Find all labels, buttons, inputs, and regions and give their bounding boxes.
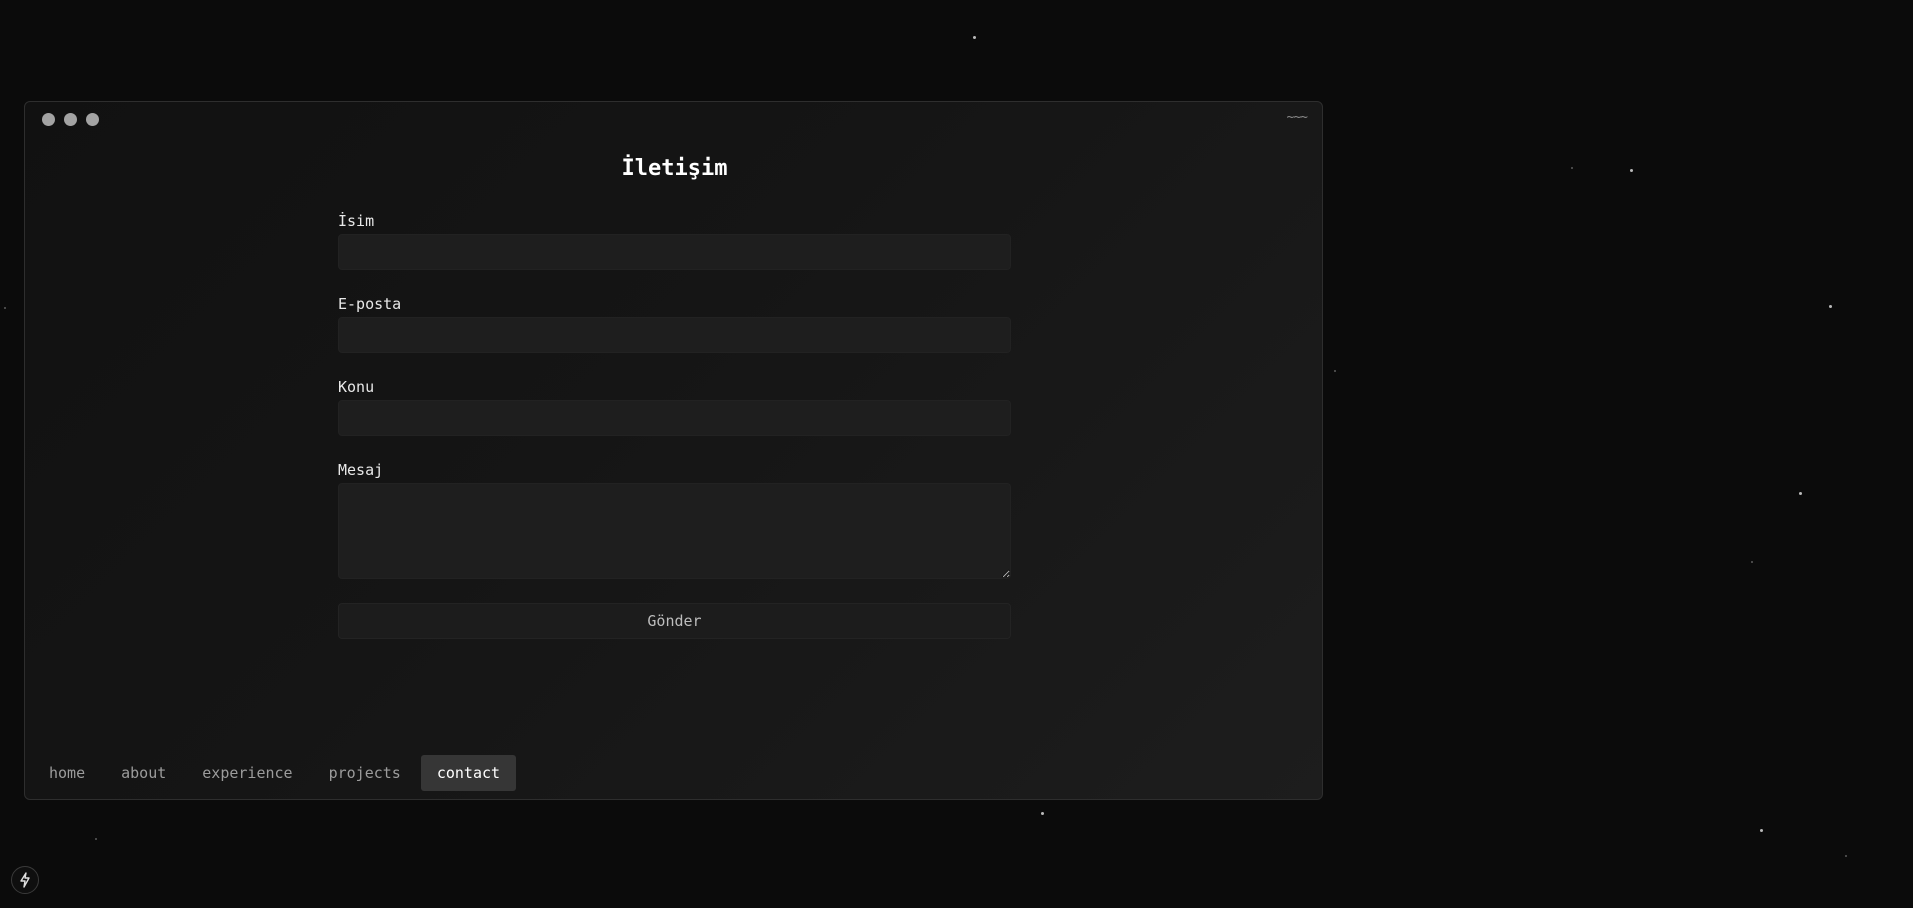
star bbox=[973, 36, 976, 39]
lightning-bolt-glyph bbox=[20, 872, 30, 888]
bottom-nav: home about experience projects contact bbox=[33, 755, 517, 791]
email-field-group: E-posta bbox=[338, 293, 1011, 353]
message-label: Mesaj bbox=[338, 461, 384, 479]
star bbox=[4, 307, 6, 309]
email-input[interactable] bbox=[338, 317, 1011, 353]
email-label: E-posta bbox=[338, 295, 402, 313]
page-title: İletişim bbox=[621, 156, 728, 181]
nav-item-experience[interactable]: experience bbox=[186, 755, 308, 791]
star bbox=[1751, 561, 1753, 563]
star bbox=[1571, 167, 1573, 169]
window-controls bbox=[42, 113, 99, 126]
star bbox=[1760, 829, 1763, 832]
star bbox=[1334, 370, 1336, 372]
contact-form: İsim E-posta Konu Mesaj Gönder bbox=[338, 210, 1011, 639]
star bbox=[1630, 169, 1633, 172]
message-textarea[interactable] bbox=[338, 483, 1011, 579]
subject-input[interactable] bbox=[338, 400, 1011, 436]
nav-item-home[interactable]: home bbox=[33, 755, 101, 791]
subject-label: Konu bbox=[338, 378, 375, 396]
star bbox=[95, 838, 97, 840]
nav-item-contact[interactable]: contact bbox=[420, 755, 517, 791]
minimize-window-dot[interactable] bbox=[64, 113, 77, 126]
submit-button[interactable]: Gönder bbox=[338, 603, 1011, 639]
star bbox=[1845, 855, 1847, 857]
message-field-group: Mesaj bbox=[338, 459, 1011, 579]
close-window-dot[interactable] bbox=[42, 113, 55, 126]
star bbox=[1041, 812, 1044, 815]
maximize-window-dot[interactable] bbox=[86, 113, 99, 126]
star bbox=[1799, 492, 1802, 495]
lightning-bolt-icon[interactable] bbox=[11, 866, 39, 894]
star bbox=[1829, 305, 1832, 308]
window-title-tilde: ~~~ bbox=[1286, 110, 1309, 125]
nav-item-about[interactable]: about bbox=[105, 755, 182, 791]
terminal-window: ~~~ İletişim İsim E-posta Konu Mesaj Gön… bbox=[24, 101, 1323, 800]
subject-field-group: Konu bbox=[338, 376, 1011, 436]
desktop-background: ~~~ İletişim İsim E-posta Konu Mesaj Gön… bbox=[0, 0, 1913, 908]
name-input[interactable] bbox=[338, 234, 1011, 270]
name-label: İsim bbox=[338, 212, 375, 230]
nav-item-projects[interactable]: projects bbox=[313, 755, 417, 791]
name-field-group: İsim bbox=[338, 210, 1011, 270]
